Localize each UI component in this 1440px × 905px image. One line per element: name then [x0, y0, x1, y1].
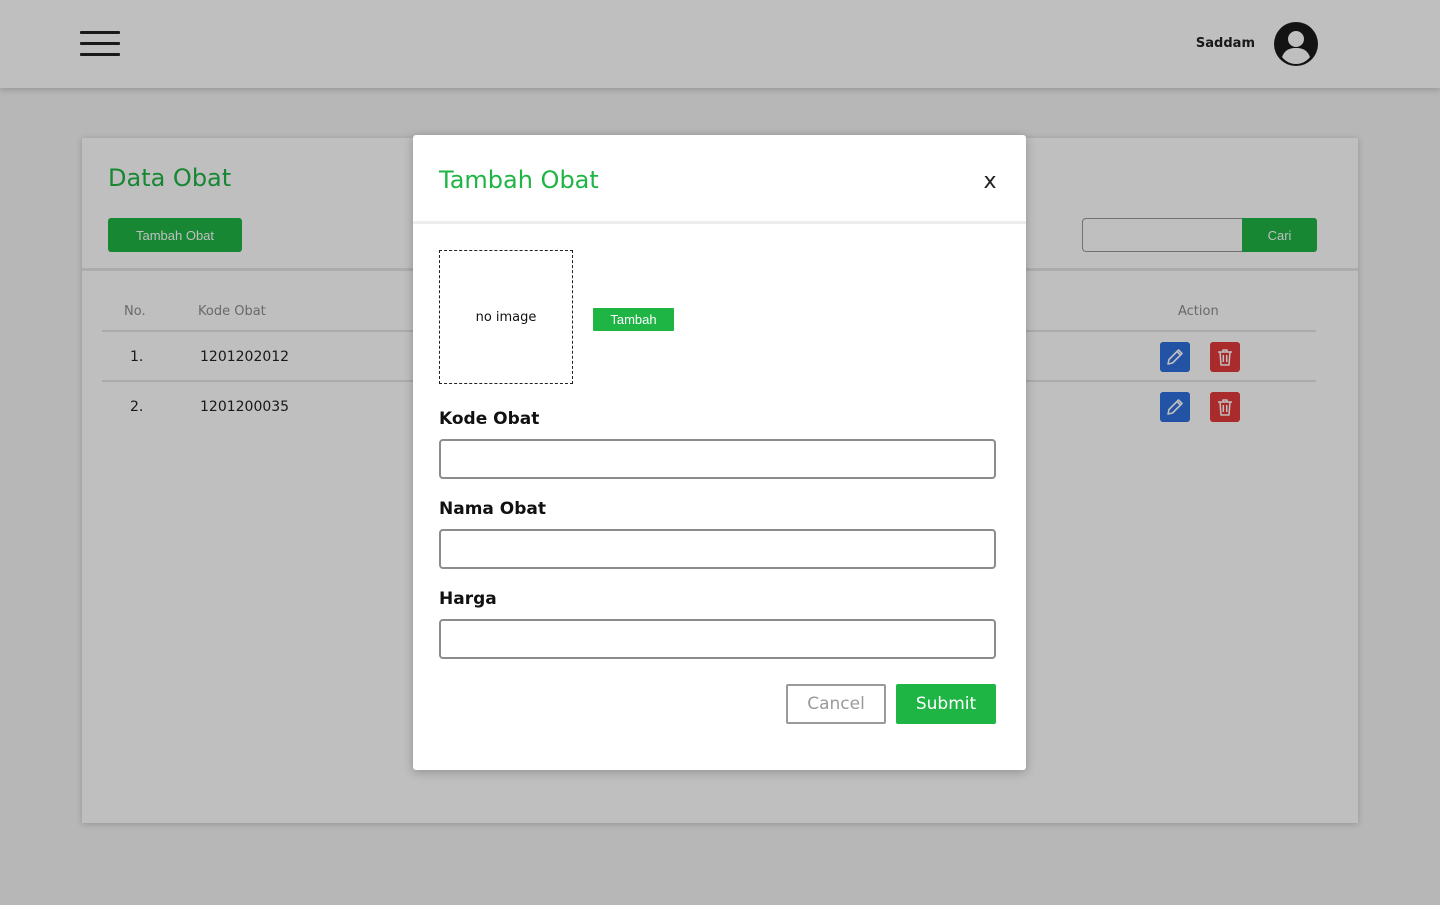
modal-divider	[413, 221, 1026, 224]
close-icon[interactable]: x	[979, 167, 1001, 195]
modal-title: Tambah Obat	[439, 166, 599, 194]
add-obat-modal: Tambah Obat x no image Tambah Kode Obat …	[413, 135, 1026, 770]
submit-button[interactable]: Submit	[896, 684, 996, 724]
kode-obat-label: Kode Obat	[439, 409, 540, 429]
harga-label: Harga	[439, 589, 497, 609]
add-image-button[interactable]: Tambah	[593, 308, 674, 331]
image-preview: no image	[439, 250, 573, 384]
nama-obat-input[interactable]	[439, 529, 996, 569]
cancel-button[interactable]: Cancel	[786, 684, 886, 724]
image-placeholder-text: no image	[475, 310, 537, 325]
nama-obat-label: Nama Obat	[439, 499, 547, 519]
harga-input[interactable]	[439, 619, 996, 659]
kode-obat-input[interactable]	[439, 439, 996, 479]
